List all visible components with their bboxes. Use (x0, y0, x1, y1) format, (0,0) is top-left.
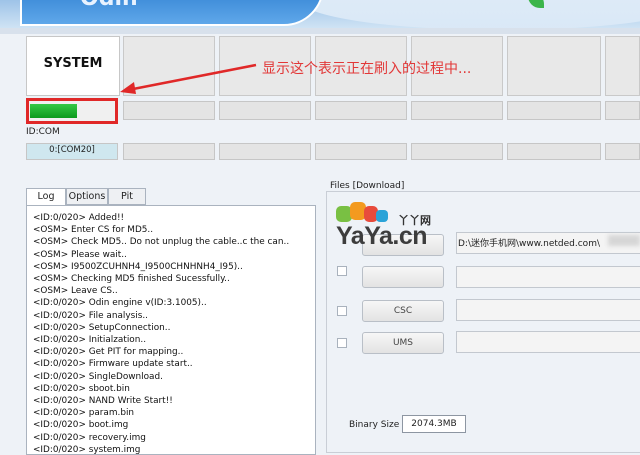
binary-size-value: 2074.3MB (402, 415, 466, 433)
com-port-slot-7 (605, 143, 640, 160)
log-line: <OSM> Leave CS.. (33, 286, 118, 297)
progress-bar-slot-6 (507, 101, 601, 120)
watermark-text: YaYa.cn (336, 222, 428, 250)
phone-button[interactable] (362, 266, 444, 288)
phone-path-field (456, 266, 640, 288)
id-slot-1-label: SYSTEM (43, 56, 103, 71)
banner-decoration (300, 0, 640, 28)
title-banner: Odin (0, 0, 640, 28)
binary-size-label: Binary Size (349, 420, 400, 430)
log-line: <ID:0/020> boot.img (33, 420, 129, 431)
com-port-text: 0:[COM20] (49, 145, 95, 155)
log-line: <OSM> Enter CS for MD5.. (33, 225, 154, 236)
csc-path-field (456, 299, 640, 321)
log-line: <ID:0/020> system.img (33, 444, 141, 455)
id-slot-7 (605, 36, 640, 96)
log-line: <OSM> I9500ZCUHNH4_I9500CHNHNH4_I95).. (33, 261, 243, 272)
id-slot-6 (507, 36, 601, 96)
com-port-slot-6 (507, 143, 601, 160)
progress-bar-slot-7 (605, 101, 640, 120)
com-port-slot-3 (219, 143, 311, 160)
odin-logo-text: Odin (80, 0, 138, 11)
files-title: Files [Download] (328, 181, 407, 191)
ums-path-field (456, 331, 640, 353)
ums-checkbox[interactable] (337, 338, 347, 348)
odin-logo (20, 0, 324, 26)
progress-bar-slot-4 (315, 101, 407, 120)
log-line: <OSM> Checking MD5 finished Sucessfully.… (33, 274, 230, 285)
log-line: <ID:0/020> NAND Write Start!! (33, 396, 173, 407)
tab-pit[interactable]: Pit (108, 188, 146, 205)
banner-separator (0, 28, 640, 34)
progress-bar-slot-2 (123, 101, 215, 120)
com-port-slot-2 (123, 143, 215, 160)
log-panel[interactable]: <ID:0/020> Added!! <OSM> Enter CS for MD5… (26, 205, 316, 455)
log-list: <ID:0/020> Added!! <OSM> Enter CS for MD5… (33, 212, 290, 455)
phone-checkbox[interactable] (337, 266, 347, 276)
progress-bar-slot-5 (411, 101, 503, 120)
com-port-slot-4 (315, 143, 407, 160)
path-blur (608, 235, 640, 246)
com-port-slot-5 (411, 143, 503, 160)
log-line: <ID:0/020> Get PIT for mapping.. (33, 347, 184, 358)
log-line: <ID:0/020> Odin engine v(ID:3.1005).. (33, 298, 207, 309)
idcom-label: ID:COM (26, 127, 60, 137)
csc-checkbox[interactable] (337, 306, 347, 316)
log-line: <ID:0/020> Added!! (33, 213, 125, 223)
log-line: <ID:0/020> param.bin (33, 408, 135, 419)
progress-fill (30, 104, 77, 118)
log-line: <OSM> Check MD5.. Do not unplug the cabl… (33, 237, 290, 248)
pda-path-text: D:\迷你手机网\www.netded.com\ (458, 239, 600, 249)
ums-button[interactable]: UMS (362, 332, 444, 354)
log-line: <ID:0/020> SingleDownload. (33, 371, 163, 382)
log-line: <ID:0/020> File analysis.. (33, 310, 148, 321)
log-line: <ID:0/020> sboot.bin (33, 383, 130, 394)
annotation-text: 显示这个表示正在刷入的过程中... (262, 61, 472, 77)
tab-log[interactable]: Log (26, 188, 66, 206)
progress-bar-slot-3 (219, 101, 311, 120)
log-line: <ID:0/020> recovery.img (33, 432, 146, 443)
log-line: <ID:0/020> Initialzation.. (33, 335, 147, 346)
annotation-arrow (120, 63, 257, 94)
log-line: <ID:0/020> SetupConnection.. (33, 322, 171, 333)
tab-options[interactable]: Options (66, 188, 108, 205)
log-line: <OSM> Please wait.. (33, 249, 127, 260)
log-line: <ID:0/020> Firmware update start.. (33, 359, 193, 370)
csc-button[interactable]: CSC (362, 300, 444, 322)
